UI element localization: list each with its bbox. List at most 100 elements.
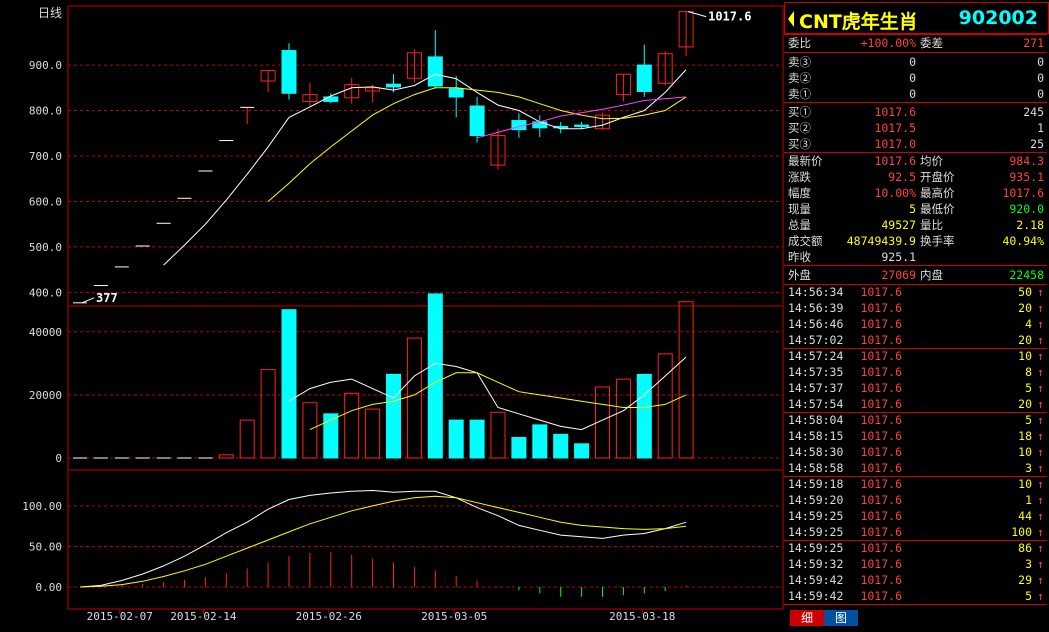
tick-time: 14:59:18 [788, 477, 844, 491]
buy-level-row[interactable]: 买① 1017.6 245 [786, 104, 1046, 120]
tick-row[interactable]: 14:59:25 1017.6 86 ↑ [786, 540, 1046, 556]
stat-row: 总量 49527 量比 2.18 [786, 217, 1046, 233]
candle-body [281, 50, 297, 94]
candle-body [323, 96, 339, 102]
tick-row[interactable]: 14:57:24 1017.6 10 ↑ [786, 348, 1046, 364]
sell-level-price: 0 [909, 87, 916, 101]
stat-value: 935.1 [1009, 170, 1044, 184]
tick-price: 1017.6 [860, 413, 902, 427]
panel-divider [784, 52, 1047, 53]
tick-row[interactable]: 14:59:25 1017.6 44 ↑ [786, 508, 1046, 524]
tick-row[interactable]: 14:57:35 1017.6 8 ↑ [786, 364, 1046, 380]
tick-row[interactable]: 14:56:46 1017.6 4 ↑ [786, 316, 1046, 332]
candle-body [427, 56, 443, 87]
tick-up-arrow-icon: ↑ [1037, 397, 1044, 411]
sell-level-volume: 0 [1037, 87, 1044, 101]
tab-detail[interactable]: 细 [790, 610, 824, 626]
sell-level-row[interactable]: 卖③ 0 0 [786, 54, 1046, 70]
tick-time: 14:56:39 [788, 301, 844, 315]
buy-level-row[interactable]: 买② 1017.5 1 [786, 120, 1046, 136]
outer-inner-row: 外盘 27069 内盘 22458 [786, 267, 1046, 283]
tick-price: 1017.6 [860, 525, 902, 539]
date-label: 2015-02-07 [87, 610, 153, 623]
buy-level-label: 买① [788, 105, 811, 119]
tick-up-arrow-icon: ↑ [1037, 509, 1044, 523]
tick-row[interactable]: 14:59:32 1017.6 3 ↑ [786, 556, 1046, 572]
buy-level-volume: 25 [1030, 137, 1044, 151]
tick-time: 14:59:25 [788, 525, 844, 539]
tick-volume: 4 [1025, 317, 1032, 331]
tick-up-arrow-icon: ↑ [1037, 301, 1044, 315]
indicator-line-2 [79, 495, 687, 588]
tick-row[interactable]: 14:58:58 1017.6 3 ↑ [786, 460, 1046, 476]
kline-chart-svg[interactable]: 日线 900.0 800.0 700.0 600.0 500.0 400.0 40000 200… [0, 0, 784, 628]
tick-price: 1017.6 [860, 285, 902, 299]
sell-level-price: 0 [909, 71, 916, 85]
sell-level-row[interactable]: 卖① 0 0 [786, 86, 1046, 102]
volume-bar [344, 392, 360, 459]
tick-row[interactable]: 14:56:39 1017.6 20 ↑ [786, 300, 1046, 316]
date-label: 2015-02-26 [296, 610, 362, 623]
tick-price: 1017.6 [860, 381, 902, 395]
tick-up-arrow-icon: ↑ [1037, 381, 1044, 395]
ma5-line [163, 69, 687, 266]
tick-up-arrow-icon: ↑ [1037, 365, 1044, 379]
price-tick-label: 500.0 [29, 241, 62, 254]
sell-level-volume: 0 [1037, 55, 1044, 69]
tick-row[interactable]: 14:57:37 1017.6 5 ↑ [786, 380, 1046, 396]
stat-row: 最新价 1017.6 均价 984.3 [786, 153, 1046, 169]
stat-label: 最新价 [788, 154, 823, 168]
panel-divider [784, 102, 1047, 103]
volume-tick-label: 20000 [29, 389, 62, 402]
tick-row[interactable]: 14:57:54 1017.6 20 ↑ [786, 396, 1046, 412]
inner-value: 22458 [1009, 268, 1044, 282]
volume-bar [302, 402, 318, 459]
tick-time: 14:57:02 [788, 333, 844, 347]
tick-time: 14:59:42 [788, 589, 844, 603]
tick-volume: 5 [1025, 413, 1032, 427]
volume-bar [490, 411, 506, 459]
tick-row[interactable]: 14:59:25 1017.6 100 ↑ [786, 524, 1046, 540]
tick-row[interactable]: 14:58:30 1017.6 10 ↑ [786, 444, 1046, 460]
volume-tick-label: 0 [55, 452, 62, 465]
stat-value: 92.5 [888, 170, 916, 184]
stat-row: 涨跌 92.5 开盘价 935.1 [786, 169, 1046, 185]
tick-row[interactable]: 14:58:04 1017.6 5 ↑ [786, 412, 1046, 428]
tick-volume: 3 [1025, 557, 1032, 571]
tick-row[interactable]: 14:59:42 1017.6 29 ↑ [786, 572, 1046, 588]
tick-row[interactable]: 14:58:15 1017.6 18 ↑ [786, 428, 1046, 444]
tick-time: 14:57:24 [788, 349, 844, 363]
stat-value: 48749439.9 [846, 234, 916, 248]
stat-value: 1017.6 [874, 154, 916, 168]
volume-bar [469, 419, 485, 459]
sell-level-label: 卖② [788, 71, 811, 85]
tab-chart[interactable]: 图 [824, 610, 858, 626]
tick-time: 14:57:54 [788, 397, 844, 411]
sell-level-row[interactable]: 卖② 0 0 [786, 70, 1046, 86]
prev-stock-arrow-icon[interactable] [788, 11, 794, 27]
buy-level-row[interactable]: 买③ 1017.0 25 [786, 136, 1046, 152]
tick-price: 1017.6 [860, 477, 902, 491]
tick-row[interactable]: 14:57:02 1017.6 20 ↑ [786, 332, 1046, 348]
tick-volume: 5 [1025, 589, 1032, 603]
stock-title-bar: CNT虎年生肖 902002 [784, 2, 1049, 34]
tick-row[interactable]: 14:56:34 1017.6 50 ↑ [786, 284, 1046, 300]
volume-bar [365, 408, 381, 459]
tick-row[interactable]: 14:59:20 1017.6 1 ↑ [786, 492, 1046, 508]
price-tick-label: 400.0 [29, 286, 62, 299]
low-annotation-pointer [81, 297, 95, 304]
volume-bar [574, 443, 590, 459]
tick-time: 14:59:32 [788, 557, 844, 571]
sell-level-volume: 0 [1037, 71, 1044, 85]
quote-panel: CNT虎年生肖 902002 委比 +100.00% 委差 271 卖③ 0 0… [784, 0, 1049, 628]
tick-time: 14:59:25 [788, 541, 844, 555]
tick-volume: 29 [1018, 573, 1032, 587]
kline-chart-area[interactable]: 日线 900.0 800.0 700.0 600.0 500.0 400.0 40000 200… [0, 0, 784, 628]
tick-time: 14:58:30 [788, 445, 844, 459]
stat-value: 1017.6 [1002, 186, 1044, 200]
sell-level-label: 卖③ [788, 55, 811, 69]
tick-volume: 50 [1018, 285, 1032, 299]
tick-volume: 44 [1018, 509, 1032, 523]
tick-row[interactable]: 14:59:18 1017.6 10 ↑ [786, 476, 1046, 492]
tick-row[interactable]: 14:59:42 1017.6 5 ↑ [786, 588, 1046, 604]
